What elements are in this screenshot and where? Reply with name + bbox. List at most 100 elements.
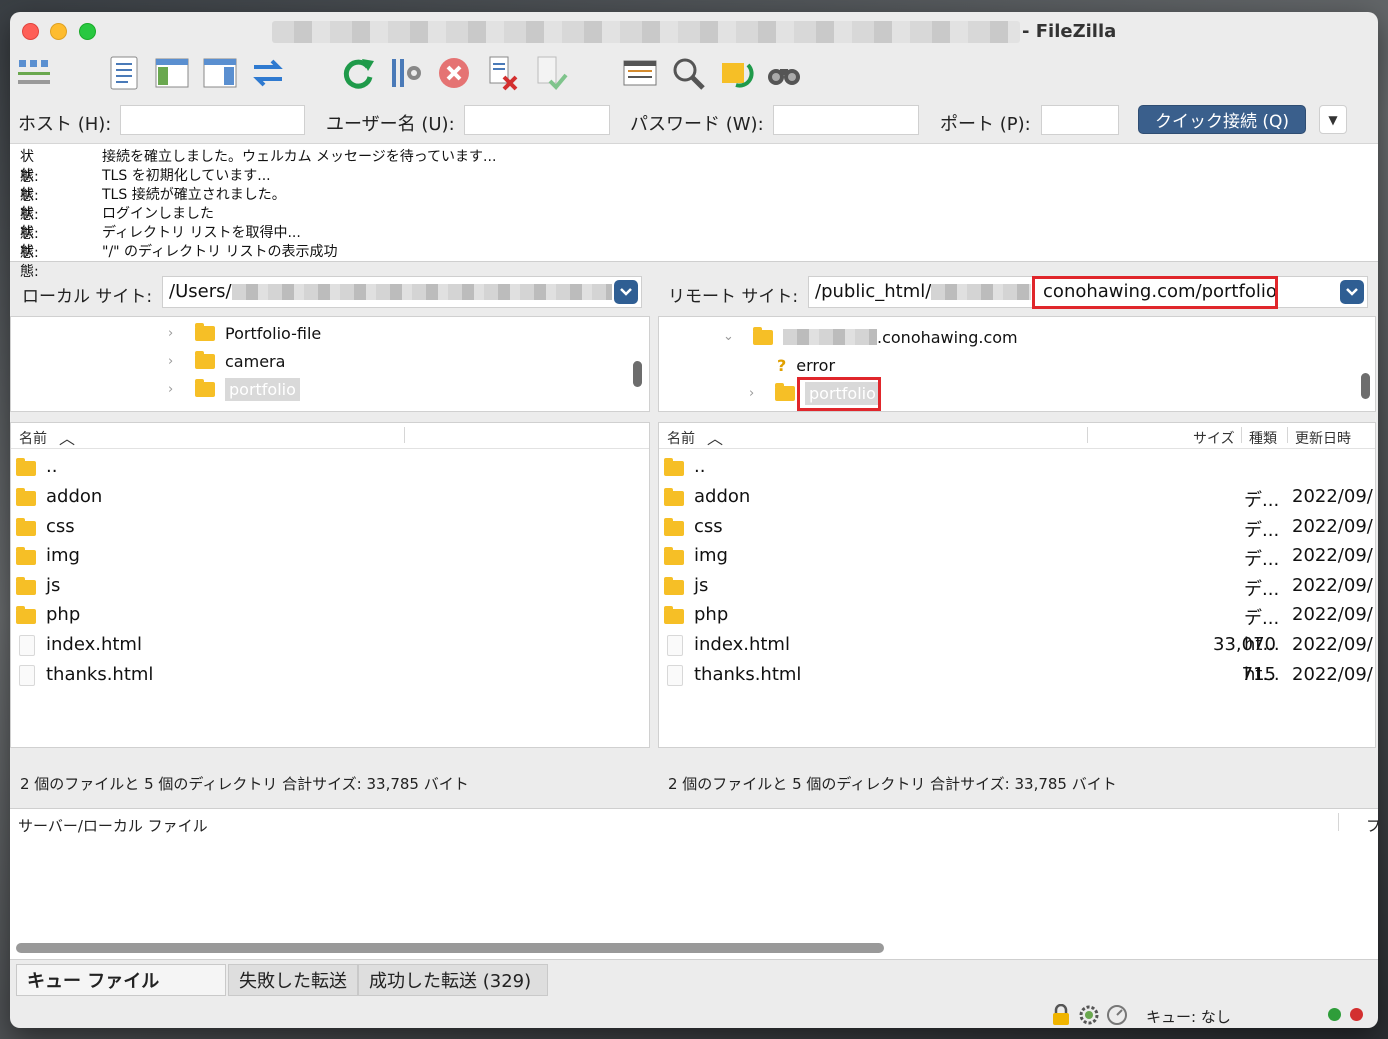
queue-hscrollbar[interactable] bbox=[16, 943, 884, 953]
tab-failed-transfers[interactable]: 失敗した転送 bbox=[228, 964, 358, 996]
tab-successful-transfers[interactable]: 成功した転送 (329) bbox=[358, 964, 548, 996]
column-size[interactable]: サイズ bbox=[1193, 428, 1235, 448]
message-log: 状態: 接続を確立しました。ウェルカム メッセージを待っています... 状態: TL… bbox=[10, 144, 1378, 280]
cancel-operation-icon[interactable] bbox=[436, 55, 472, 91]
folder-icon bbox=[775, 382, 795, 401]
quickconnect-button[interactable]: クイック接続 (Q) bbox=[1138, 105, 1306, 134]
tree-item[interactable]: Portfolio-file bbox=[195, 321, 321, 345]
remote-summary: 2 個のファイルと 5 個のディレクトリ 合計サイズ: 33,785 バイト bbox=[668, 775, 1117, 793]
list-item[interactable]: thanks.html bbox=[11, 661, 649, 690]
toolbar bbox=[10, 52, 1378, 100]
refresh-icon[interactable] bbox=[340, 55, 376, 91]
transfer-queue-toggle-icon[interactable] bbox=[250, 55, 286, 91]
window-title: - FileZilla bbox=[1022, 21, 1117, 42]
chevron-down-icon[interactable]: ⌄ bbox=[723, 329, 734, 344]
unknown-status-icon: ? bbox=[777, 355, 787, 375]
quickconnect-history-dropdown[interactable]: ▼ bbox=[1319, 105, 1347, 134]
synchronized-browsing-icon[interactable] bbox=[718, 55, 754, 91]
local-list-header: 名前 ︿ bbox=[11, 423, 649, 449]
filezilla-window: - FileZilla ホスト (H): ユーザー名 (U): パスワード (W… bbox=[10, 12, 1378, 1028]
local-path-dropdown[interactable] bbox=[614, 280, 638, 304]
column-name[interactable]: 名前 bbox=[19, 428, 47, 448]
list-item[interactable]: css デ... 2022/09/ bbox=[659, 513, 1375, 542]
local-summary: 2 個のファイルと 5 個のディレクトリ 合計サイズ: 33,785 バイト bbox=[20, 775, 469, 793]
tree-item[interactable]: ? error bbox=[777, 353, 835, 377]
local-tree-toggle-icon[interactable] bbox=[154, 55, 190, 91]
list-item[interactable]: .. bbox=[659, 453, 1375, 482]
chevron-right-icon[interactable]: › bbox=[168, 354, 173, 369]
chevron-right-icon[interactable]: › bbox=[168, 382, 173, 397]
host-input[interactable] bbox=[120, 105, 305, 135]
process-queue-icon[interactable] bbox=[388, 55, 424, 91]
minimize-window-button[interactable] bbox=[50, 23, 67, 40]
username-input[interactable] bbox=[464, 105, 610, 135]
list-item[interactable]: index.html bbox=[11, 631, 649, 660]
title-redacted bbox=[272, 21, 1020, 43]
list-item[interactable]: index.html 33,070 ht... 2022/09/ bbox=[659, 631, 1375, 660]
tree-item[interactable]: camera bbox=[195, 349, 285, 373]
chevron-right-icon[interactable]: › bbox=[168, 326, 173, 341]
password-input[interactable] bbox=[773, 105, 919, 135]
tab-queued-files[interactable]: キュー ファイル bbox=[16, 964, 226, 996]
directory-listing-filter-icon[interactable] bbox=[622, 55, 658, 91]
list-item[interactable]: .. bbox=[11, 453, 649, 482]
column-modified[interactable]: 更新日時 bbox=[1295, 428, 1351, 448]
folder-icon bbox=[16, 458, 36, 476]
list-item[interactable]: php bbox=[11, 601, 649, 630]
folder-icon bbox=[195, 378, 215, 397]
site-manager-icon[interactable] bbox=[16, 55, 52, 91]
file-icon bbox=[19, 635, 35, 656]
folder-icon bbox=[664, 488, 684, 506]
chevron-right-icon[interactable]: › bbox=[749, 386, 754, 401]
compare-directories-icon[interactable] bbox=[670, 55, 706, 91]
reconnect-icon[interactable] bbox=[532, 55, 568, 91]
folder-icon bbox=[753, 326, 773, 345]
remote-tree-toggle-icon[interactable] bbox=[202, 55, 238, 91]
list-item[interactable]: js bbox=[11, 572, 649, 601]
port-label: ポート (P): bbox=[940, 114, 1031, 135]
remote-tree-scrollbar[interactable] bbox=[1361, 373, 1370, 399]
column-type[interactable]: 種類 bbox=[1249, 428, 1277, 448]
title-bar: - FileZilla bbox=[10, 12, 1378, 52]
message-log-toggle-icon[interactable] bbox=[106, 55, 142, 91]
file-icon bbox=[19, 665, 35, 686]
sort-ascending-icon: ︿ bbox=[707, 429, 724, 448]
tree-item-selected[interactable]: portfolio bbox=[195, 377, 300, 401]
disconnect-icon[interactable] bbox=[484, 55, 520, 91]
queue-column-server-local-file[interactable]: サーバー/ローカル ファイル bbox=[18, 815, 208, 836]
list-item[interactable]: js デ... 2022/09/ bbox=[659, 572, 1375, 601]
remote-list-header: 名前 ︿ サイズ 種類 更新日時 bbox=[659, 423, 1375, 449]
remote-file-list: 名前 ︿ サイズ 種類 更新日時 .. addon デ... 2022/09/ cs… bbox=[658, 422, 1376, 748]
folder-icon bbox=[195, 322, 215, 341]
speed-limit-icon[interactable] bbox=[1106, 1004, 1128, 1028]
queue-column-truncated[interactable]: フ bbox=[1366, 815, 1378, 836]
zoom-window-button[interactable] bbox=[79, 23, 96, 40]
password-label: パスワード (W): bbox=[630, 114, 764, 135]
close-window-button[interactable] bbox=[22, 23, 39, 40]
list-item[interactable]: img デ... 2022/09/ bbox=[659, 542, 1375, 571]
tree-item[interactable]: .conohawing.com bbox=[753, 325, 1018, 349]
list-item[interactable]: addon デ... 2022/09/ bbox=[659, 483, 1375, 512]
folder-icon bbox=[16, 518, 36, 536]
list-item[interactable]: img bbox=[11, 542, 649, 571]
username-label: ユーザー名 (U): bbox=[326, 114, 455, 135]
remote-site-label: リモート サイト: bbox=[668, 287, 799, 307]
list-item[interactable]: php デ... 2022/09/ bbox=[659, 601, 1375, 630]
chevron-down-icon: ▼ bbox=[1328, 112, 1338, 127]
list-item[interactable]: css bbox=[11, 513, 649, 542]
gear-icon bbox=[1078, 1004, 1100, 1028]
search-remote-files-icon[interactable] bbox=[766, 55, 802, 91]
list-item[interactable]: addon bbox=[11, 483, 649, 512]
folder-icon bbox=[664, 547, 684, 565]
status-bar: キュー: なし bbox=[10, 1002, 1378, 1028]
remote-path-dropdown[interactable] bbox=[1340, 280, 1364, 304]
local-site-label: ローカル サイト: bbox=[22, 287, 153, 307]
column-name[interactable]: 名前 bbox=[667, 428, 695, 448]
lock-icon bbox=[1050, 1003, 1072, 1028]
list-item[interactable]: thanks.html 715 ht... 2022/09/ bbox=[659, 661, 1375, 690]
local-site-bar: ローカル サイト: /Users/ bbox=[10, 268, 652, 314]
port-input[interactable] bbox=[1041, 105, 1119, 135]
file-icon bbox=[667, 635, 683, 656]
local-tree-scrollbar[interactable] bbox=[633, 361, 642, 387]
local-path-input[interactable]: /Users/ bbox=[162, 276, 642, 308]
